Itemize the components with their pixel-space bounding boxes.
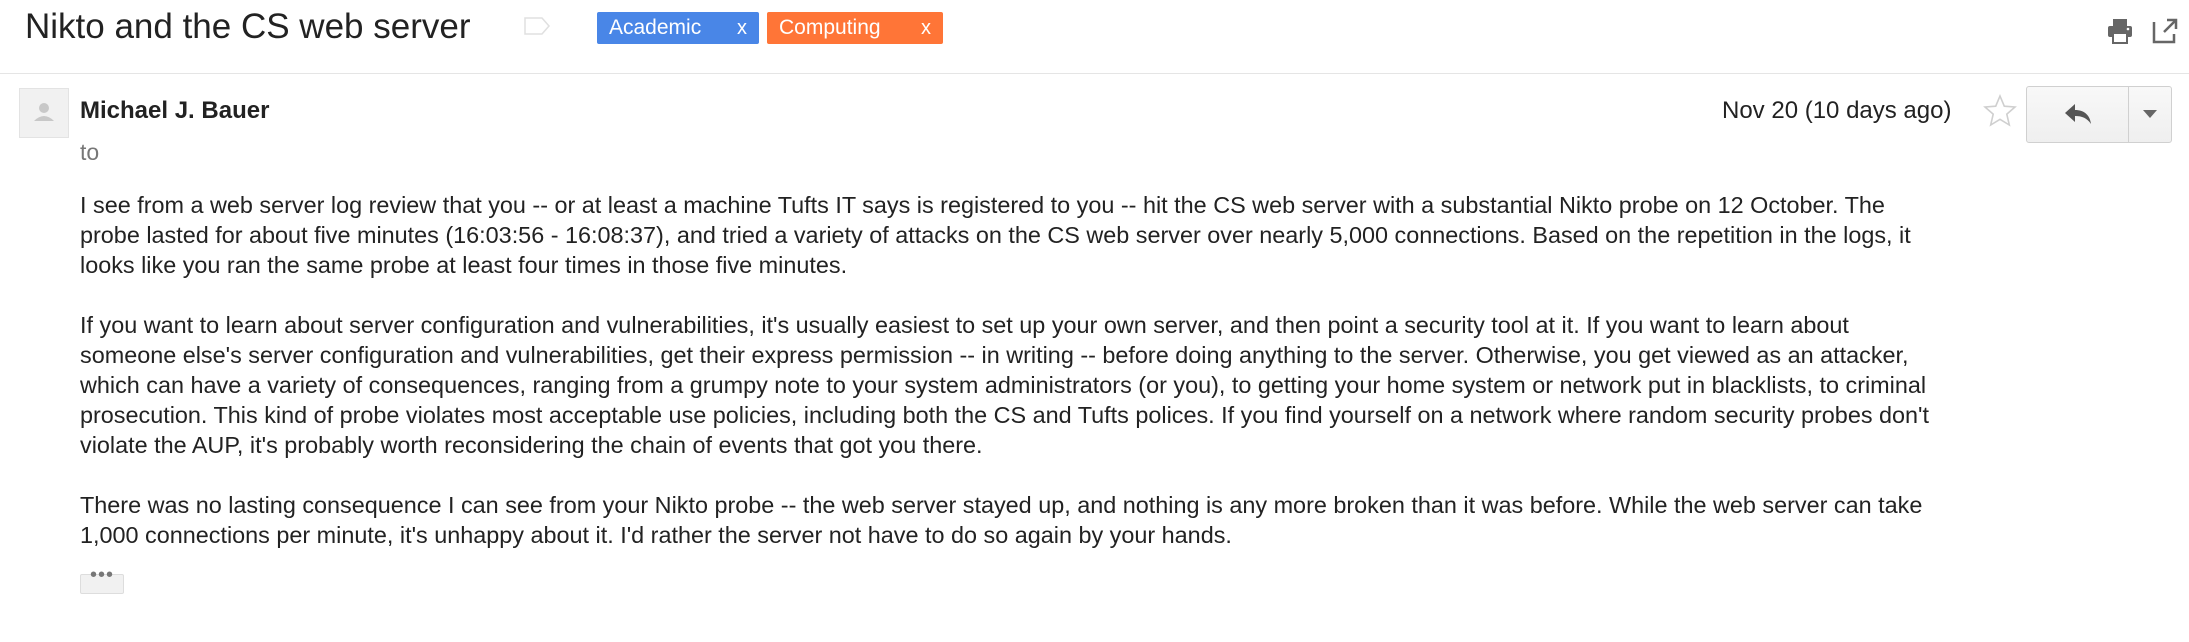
subject-bar: Nikto and the CS web server Academic x C… [0,0,2189,74]
person-icon [34,103,54,121]
body-line: If you want to learn about server config… [80,312,1849,338]
label-computing[interactable]: Computing x [767,12,943,44]
body-paragraph-3: There was no lasting consequence I can s… [80,490,2170,550]
body-paragraph-1: I see from a web server log review that … [80,190,2170,280]
star-icon[interactable] [1983,94,2017,128]
sender-name[interactable]: Michael J. Bauer [80,96,269,126]
message-date: Nov 20 (10 days ago) [1722,97,1952,124]
body-line: probe lasted for about five minutes (16:… [80,222,1911,248]
label-computing-remove-button[interactable]: x [921,12,931,44]
body-line: There was no lasting consequence I can s… [80,492,1923,518]
email-subject: Nikto and the CS web server [25,7,471,46]
label-academic-remove-button[interactable]: x [737,12,747,44]
label-academic-text: Academic [609,16,702,39]
label-academic[interactable]: Academic x [597,12,759,44]
recipients-toggle[interactable]: to [80,138,99,166]
reply-button-group [2026,86,2172,143]
body-line: violate the AUP, it's probably worth rec… [80,432,983,458]
chevron-down-icon [2143,110,2157,118]
label-computing-text: Computing [779,16,881,39]
body-line: 1,000 connections per minute, it's unhap… [80,522,1232,548]
body-line: someone else's server configuration and … [80,342,1909,368]
show-trimmed-content-button[interactable]: ••• [80,564,124,594]
more-options-button[interactable] [2129,87,2171,142]
reply-icon [2065,104,2091,124]
reply-button[interactable] [2027,87,2129,142]
body-line: looks like you ran the same probe at lea… [80,252,848,278]
body-line: which can have a variety of consequences… [80,372,1927,398]
sender-avatar [19,88,69,138]
ellipsis-icon: ••• [89,564,114,586]
body-line: I see from a web server log review that … [80,192,1885,218]
print-icon[interactable] [2105,16,2135,46]
important-marker-icon[interactable] [524,17,550,35]
message-body: I see from a web server log review that … [80,190,2170,580]
body-paragraph-2: If you want to learn about server config… [80,310,2170,460]
body-line: prosecution. This kind of probe violates… [80,402,1930,428]
popout-icon[interactable] [2150,16,2180,46]
